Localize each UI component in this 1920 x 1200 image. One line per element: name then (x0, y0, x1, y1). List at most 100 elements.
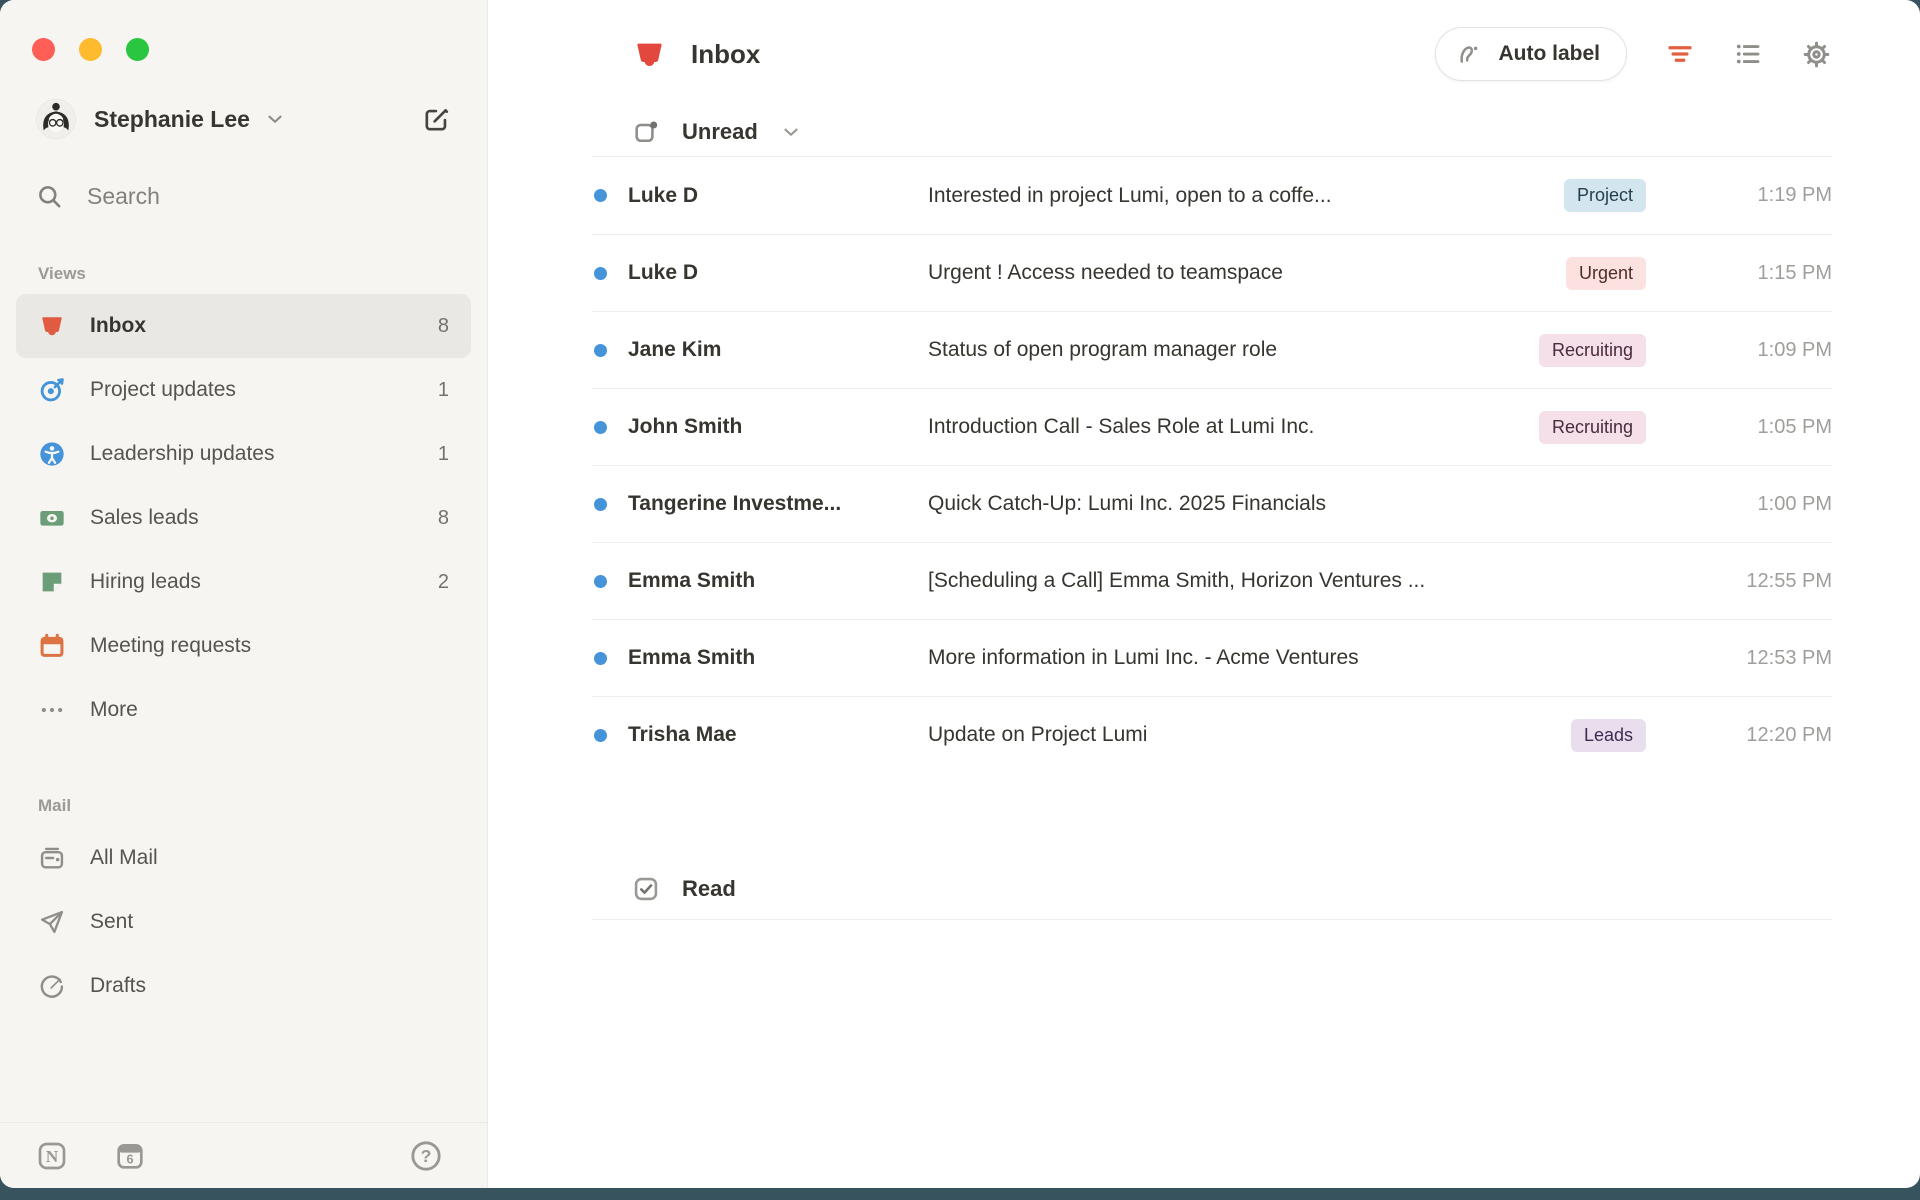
email-sender: Trisha Mae (628, 723, 928, 747)
help-icon[interactable]: ? (409, 1139, 443, 1173)
sidebar-item-label: Inbox (90, 314, 146, 338)
app-window: Stephanie Lee Search Views Inbox 8 Project … (0, 0, 1920, 1188)
email-row[interactable]: Luke DInterested in project Lumi, open t… (592, 157, 1832, 234)
note-icon (38, 568, 66, 596)
email-subject: Interested in project Lumi, open to a co… (928, 184, 1564, 208)
close-window-button[interactable] (32, 38, 55, 61)
email-time: 1:09 PM (1710, 339, 1832, 362)
compose-button[interactable] (422, 105, 451, 134)
read-group-label: Read (682, 876, 736, 902)
search-icon (36, 183, 63, 210)
sidebar-item-label: Leadership updates (90, 442, 274, 466)
email-row[interactable]: John SmithIntroduction Call - Sales Role… (592, 388, 1832, 465)
accessibility-icon (38, 440, 66, 468)
auto-label-text: Auto label (1498, 42, 1600, 66)
email-time: 1:00 PM (1710, 493, 1832, 516)
unread-indicator-column (592, 189, 628, 202)
svg-text:6: 6 (126, 1152, 133, 1166)
sidebar-item-hiring-leads[interactable]: Hiring leads2 (16, 550, 471, 614)
window-controls (0, 0, 487, 61)
sidebar-item-leadership-updates[interactable]: Leadership updates1 (16, 422, 471, 486)
email-sender: Jane Kim (628, 338, 928, 362)
zoom-window-button[interactable] (126, 38, 149, 61)
sidebar-item-drafts[interactable]: Drafts (16, 954, 471, 1018)
unread-dot-icon (594, 575, 607, 588)
sidebar-item-label: Sales leads (90, 506, 199, 530)
unread-indicator-column (592, 344, 628, 357)
search-label: Search (87, 183, 160, 210)
section-label-views: Views (0, 264, 487, 284)
read-section: Read (592, 859, 1832, 920)
unread-section: Unread Luke DInterested in project Lumi,… (592, 108, 1832, 773)
email-time: 1:15 PM (1710, 262, 1832, 285)
email-subject: Introduction Call - Sales Role at Lumi I… (928, 415, 1539, 439)
sidebar-item-sales-leads[interactable]: Sales leads 8 (16, 486, 471, 550)
sidebar-item-label: More (90, 698, 138, 722)
unread-group-header[interactable]: Unread (592, 108, 1832, 156)
unread-count-badge: 8 (438, 315, 449, 338)
gear-icon[interactable] (1801, 39, 1832, 70)
chevron-down-icon (264, 108, 286, 130)
unread-indicator-column (592, 575, 628, 588)
main-header: Inbox Auto label (592, 26, 1832, 82)
sidebar-sections: Views Inbox 8 Project updates 1 Leadership up… (0, 210, 487, 1018)
page-title: Inbox (691, 39, 760, 70)
email-row[interactable]: Luke DUrgent ! Access needed to teamspac… (592, 234, 1832, 311)
drafts-icon (38, 972, 66, 1000)
sidebar-item-sent[interactable]: Sent (16, 890, 471, 954)
email-row[interactable]: Emma Smith[Scheduling a Call] Emma Smith… (592, 542, 1832, 619)
calendar-day-icon[interactable]: 6 (114, 1140, 146, 1172)
unread-dot-icon (594, 344, 607, 357)
filter-icon[interactable] (1665, 39, 1695, 69)
email-time: 12:53 PM (1710, 647, 1832, 670)
avatar[interactable] (36, 99, 76, 139)
email-time: 1:19 PM (1710, 184, 1832, 207)
all-mail-icon (38, 844, 66, 872)
sidebar-item-all-mail[interactable]: All Mail (16, 826, 471, 890)
email-sender: Luke D (628, 184, 928, 208)
sidebar-item-label: Meeting requests (90, 634, 251, 658)
email-row[interactable]: Jane KimStatus of open program manager r… (592, 311, 1832, 388)
sidebar-item-more[interactable]: More (16, 678, 471, 742)
unread-count-badge: 8 (438, 507, 449, 530)
sidebar-item-meeting-requests[interactable]: Meeting requests (16, 614, 471, 678)
minimize-window-button[interactable] (79, 38, 102, 61)
unread-indicator-column (592, 729, 628, 742)
divider (592, 919, 1832, 920)
unread-count-badge: 2 (438, 571, 449, 594)
send-icon (38, 908, 66, 936)
account-name[interactable]: Stephanie Lee (94, 106, 250, 133)
inbox-header-icon (632, 37, 667, 72)
auto-label-button[interactable]: Auto label (1435, 27, 1627, 81)
email-sender: Luke D (628, 261, 928, 285)
sidebar-item-list: Inbox 8 Project updates 1 Leadership updates… (0, 294, 487, 742)
list-view-icon[interactable] (1733, 39, 1763, 69)
email-row[interactable]: Trisha MaeUpdate on Project LumiLeads12:… (592, 696, 1832, 773)
email-subject: Urgent ! Access needed to teamspace (928, 261, 1566, 285)
sidebar-item-label: Sent (90, 910, 133, 934)
account-switcher: Stephanie Lee (0, 61, 487, 139)
svg-text:N: N (46, 1147, 59, 1166)
chevron-down-icon[interactable] (780, 121, 802, 143)
email-list: Luke DInterested in project Lumi, open t… (592, 157, 1832, 773)
sidebar-item-project-updates[interactable]: Project updates 1 (16, 358, 471, 422)
email-tag-badge: Leads (1571, 719, 1646, 752)
email-tag-badge: Urgent (1566, 257, 1646, 290)
unread-dot-icon (594, 652, 607, 665)
email-subject: More information in Lumi Inc. - Acme Ven… (928, 646, 1710, 670)
mail-list-panel: Inbox Auto label (488, 0, 1920, 1188)
read-group-header[interactable]: Read (592, 859, 1832, 919)
search-button[interactable]: Search (0, 183, 487, 210)
email-row[interactable]: Tangerine Investme...Quick Catch-Up: Lum… (592, 465, 1832, 542)
email-row[interactable]: Emma SmithMore information in Lumi Inc. … (592, 619, 1832, 696)
email-subject: Status of open program manager role (928, 338, 1539, 362)
unread-filter-icon (632, 118, 660, 146)
unread-group-label: Unread (682, 119, 758, 145)
email-time: 12:20 PM (1710, 724, 1832, 747)
sidebar-item-inbox[interactable]: Inbox 8 (16, 294, 471, 358)
unread-count-badge: 1 (438, 379, 449, 402)
email-subject: [Scheduling a Call] Emma Smith, Horizon … (928, 569, 1710, 593)
email-subject: Quick Catch-Up: Lumi Inc. 2025 Financial… (928, 492, 1710, 516)
sidebar-item-label: Project updates (90, 378, 236, 402)
notion-logo-icon[interactable]: N (36, 1140, 68, 1172)
